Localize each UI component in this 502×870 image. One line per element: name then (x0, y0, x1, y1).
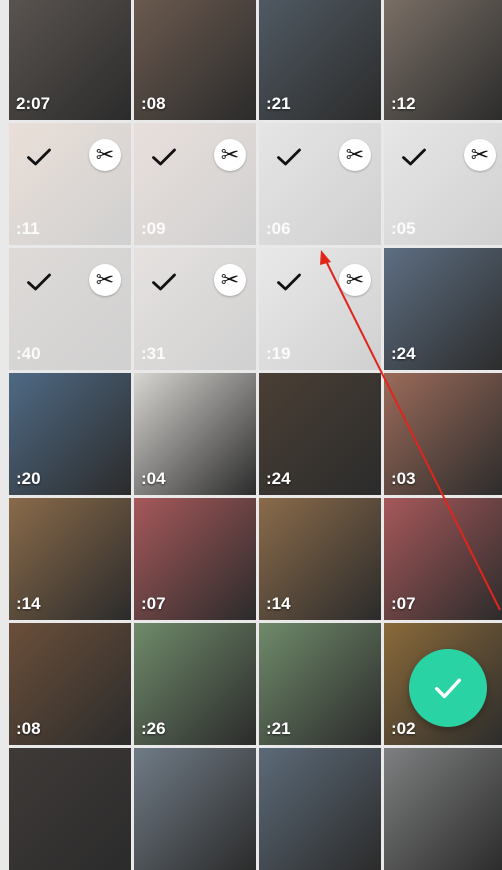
video-thumbnail[interactable]: :12 (384, 0, 502, 120)
check-icon[interactable] (150, 143, 178, 171)
duration-label: :12 (391, 94, 416, 113)
duration-label: :14 (16, 594, 41, 613)
duration-label: :08 (141, 94, 166, 113)
video-thumbnail[interactable]: :21 (259, 623, 381, 745)
duration-label: :21 (266, 94, 291, 113)
duration-label: :04 (141, 469, 166, 488)
duration-label: :26 (141, 719, 166, 738)
scissors-icon[interactable]: ✂ (339, 264, 371, 296)
duration-label: :31 (141, 344, 166, 363)
duration-label: :02 (391, 719, 416, 738)
video-thumbnail[interactable] (9, 748, 131, 870)
thumbnail-image (384, 748, 502, 870)
video-thumbnail[interactable]: :24 (384, 248, 502, 370)
duration-label: :11 (16, 219, 40, 238)
check-icon (434, 678, 462, 699)
duration-label: :21 (266, 719, 291, 738)
thumbnail-image (259, 748, 381, 870)
scissors-icon[interactable]: ✂ (89, 264, 121, 296)
video-thumbnail[interactable]: ✂ :11 (9, 123, 131, 245)
duration-label: :07 (141, 594, 166, 613)
video-thumbnail[interactable]: :21 (259, 0, 381, 120)
video-thumbnail[interactable]: ✂ :31 (134, 248, 256, 370)
scissors-icon[interactable]: ✂ (214, 264, 246, 296)
duration-label: :24 (391, 344, 416, 363)
duration-label: :19 (266, 344, 291, 363)
video-thumbnail[interactable]: :08 (9, 623, 131, 745)
video-thumbnail[interactable]: :08 (134, 0, 256, 120)
check-icon[interactable] (275, 268, 303, 296)
scissors-icon[interactable]: ✂ (464, 139, 496, 171)
video-thumbnail[interactable]: ✂ :09 (134, 123, 256, 245)
check-icon[interactable] (25, 143, 53, 171)
video-thumbnail[interactable] (384, 748, 502, 870)
check-icon[interactable] (25, 268, 53, 296)
video-thumbnail[interactable]: :07 (134, 498, 256, 620)
check-icon[interactable] (275, 143, 303, 171)
scissors-icon[interactable]: ✂ (339, 139, 371, 171)
duration-label: 2:07 (16, 94, 51, 113)
thumbnail-image (134, 748, 256, 870)
duration-label: :20 (16, 469, 41, 488)
video-thumbnail[interactable]: :20 (9, 373, 131, 495)
video-thumbnail[interactable]: ✂ :05 (384, 123, 502, 245)
scissors-icon[interactable]: ✂ (89, 139, 121, 171)
video-thumbnail[interactable]: ✂ :06 (259, 123, 381, 245)
video-thumbnail[interactable]: :03 (384, 373, 502, 495)
video-thumbnail[interactable]: :26 (134, 623, 256, 745)
video-thumbnail[interactable]: :24 (259, 373, 381, 495)
confirm-selection-button[interactable] (409, 649, 487, 727)
video-thumbnail[interactable]: :14 (259, 498, 381, 620)
video-thumbnail[interactable]: :04 (134, 373, 256, 495)
duration-label: :07 (391, 594, 416, 613)
video-thumbnail[interactable]: :07 (384, 498, 502, 620)
check-icon[interactable] (150, 268, 178, 296)
media-grid: 2:07 :08 :21 :12 ✂ :11 ✂ :09 ✂ :06 ✂ :05 ✂ :40 ✂ :31 ✂ :1… (9, 0, 502, 870)
thumbnail-image (9, 748, 131, 870)
duration-label: :09 (141, 219, 166, 238)
duration-label: :03 (391, 469, 416, 488)
video-thumbnail[interactable]: ✂ :19 (259, 248, 381, 370)
duration-label: :14 (266, 594, 291, 613)
video-thumbnail[interactable]: ✂ :40 (9, 248, 131, 370)
video-thumbnail[interactable]: :14 (9, 498, 131, 620)
video-thumbnail[interactable] (134, 748, 256, 870)
check-icon[interactable] (400, 143, 428, 171)
scissors-icon[interactable]: ✂ (214, 139, 246, 171)
duration-label: :08 (16, 719, 41, 738)
video-thumbnail[interactable] (259, 748, 381, 870)
video-thumbnail[interactable]: 2:07 (9, 0, 131, 120)
duration-label: :24 (266, 469, 291, 488)
duration-label: :05 (391, 219, 416, 238)
duration-label: :06 (266, 219, 291, 238)
duration-label: :40 (16, 344, 41, 363)
